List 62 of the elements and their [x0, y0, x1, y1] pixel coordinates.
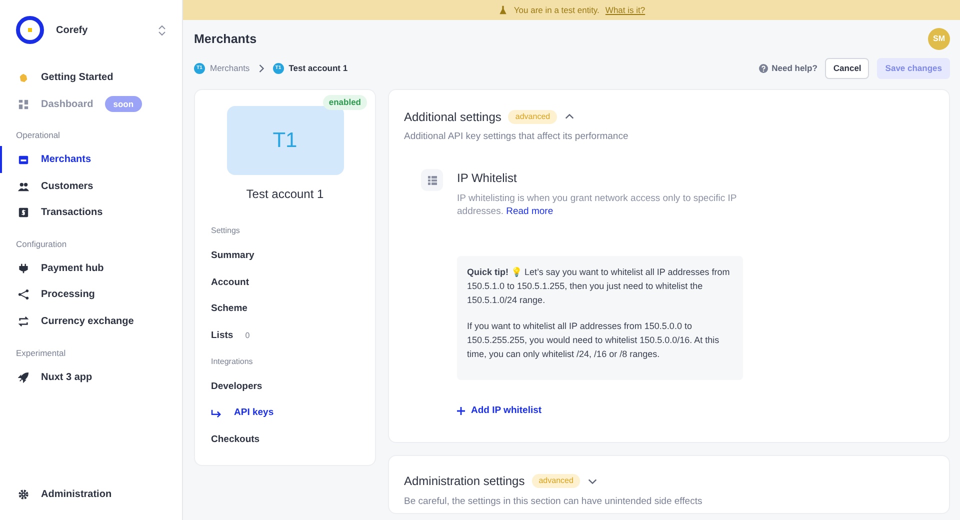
logo-icon: [16, 16, 44, 44]
breadcrumb-item: Test account 1: [288, 62, 348, 75]
list-icon: [421, 169, 443, 192]
section-description: Additional API key settings that affect its performance: [404, 130, 630, 144]
nav-section-label: Configuration: [15, 238, 68, 252]
advanced-tag: advanced: [508, 110, 558, 124]
help-link[interactable]: Need help?: [758, 62, 818, 75]
nav-section-label: Operational: [15, 129, 61, 142]
nav-item[interactable]: Getting Started: [0, 64, 182, 91]
nav-item[interactable]: Merchants: [0, 146, 182, 173]
nav-item[interactable]: Currency exchange: [0, 308, 182, 335]
account-name: Test account 1: [245, 186, 325, 203]
dollar-icon: [18, 207, 29, 218]
feature-title: IP Whitelist: [457, 171, 518, 186]
rocket-icon: [18, 372, 29, 383]
nav-item[interactable]: Nuxt 3 app: [0, 364, 182, 390]
group-label: Integrations: [211, 356, 254, 368]
account-menu-item[interactable]: Checkouts: [211, 426, 359, 454]
people-icon: [18, 180, 29, 192]
section-description: Be careful, the settings in this section can have unintended side effects: [404, 494, 704, 509]
settings-icon: [18, 489, 29, 500]
nav-item[interactable]: Transactions: [0, 200, 182, 226]
nav-item[interactable]: Processing: [0, 282, 182, 308]
nav-item[interactable]: Administration: [0, 481, 182, 508]
header-button[interactable]: Cancel: [825, 58, 870, 79]
account-menu-item[interactable]: Lists 0: [211, 322, 359, 350]
share-icon: [18, 289, 29, 300]
store-icon: [18, 154, 29, 165]
exchange-icon: [18, 316, 29, 328]
plus-icon: [457, 407, 465, 416]
help-icon: [758, 64, 768, 73]
status-badge: enabled: [322, 94, 367, 110]
tip-text: If you want to whitelist all IP addresses from 150.5.0.0 to 150.5.255.255, you would need to whitelist 150.5.0.0/16. At this time, you can only whitelist /24, /16 or /8 ranges.: [467, 320, 720, 362]
tip-text: Quick tip! 💡 Let’s say you want to whitelist all IP addresses from 150.5.1.0 to 150.5.1.255, then you just need to whitelist the 150.5.1.0/24 range.: [467, 266, 731, 308]
add-ip-whitelist-button[interactable]: Add IP whitelist: [457, 404, 542, 418]
grid-icon: [18, 98, 29, 110]
read-more-link[interactable]: Read more: [506, 206, 554, 218]
group-label: Settings: [211, 224, 241, 237]
section-title: Additional settings: [404, 110, 502, 124]
page-title: Merchants: [194, 32, 257, 46]
nav-item[interactable]: Customers: [0, 172, 182, 200]
banner-text: You are in a test entity.: [514, 4, 600, 16]
section-title: Administration settings: [404, 474, 525, 489]
account-initials: T1: [226, 106, 344, 175]
switch-icon[interactable]: [158, 24, 166, 36]
advanced-tag: advanced: [532, 474, 580, 488]
nav-section-label: Experimental: [15, 347, 67, 360]
soon-badge: soon: [105, 96, 142, 112]
account-menu-item[interactable]: Account: [211, 269, 359, 296]
breadcrumb-item[interactable]: Merchants: [210, 62, 250, 75]
return-arrow-icon: [211, 409, 222, 418]
nav-item[interactable]: Payment hub: [0, 254, 182, 282]
chevron-right-icon: [258, 64, 265, 73]
item-count: 0: [245, 330, 250, 342]
account-menu-item[interactable]: Scheme: [211, 296, 359, 323]
account-menu-item[interactable]: Summary: [211, 242, 359, 270]
plug-icon: [18, 262, 29, 274]
feature-description: IP whitelisting is when you grant network access only to specific IP addresses. Read more: [457, 192, 738, 218]
account-menu-item[interactable]: Developers: [211, 374, 359, 400]
brand-name: Corefy: [56, 24, 89, 38]
flask-icon: [498, 5, 508, 15]
account-menu-item[interactable]: API keys: [211, 400, 359, 427]
